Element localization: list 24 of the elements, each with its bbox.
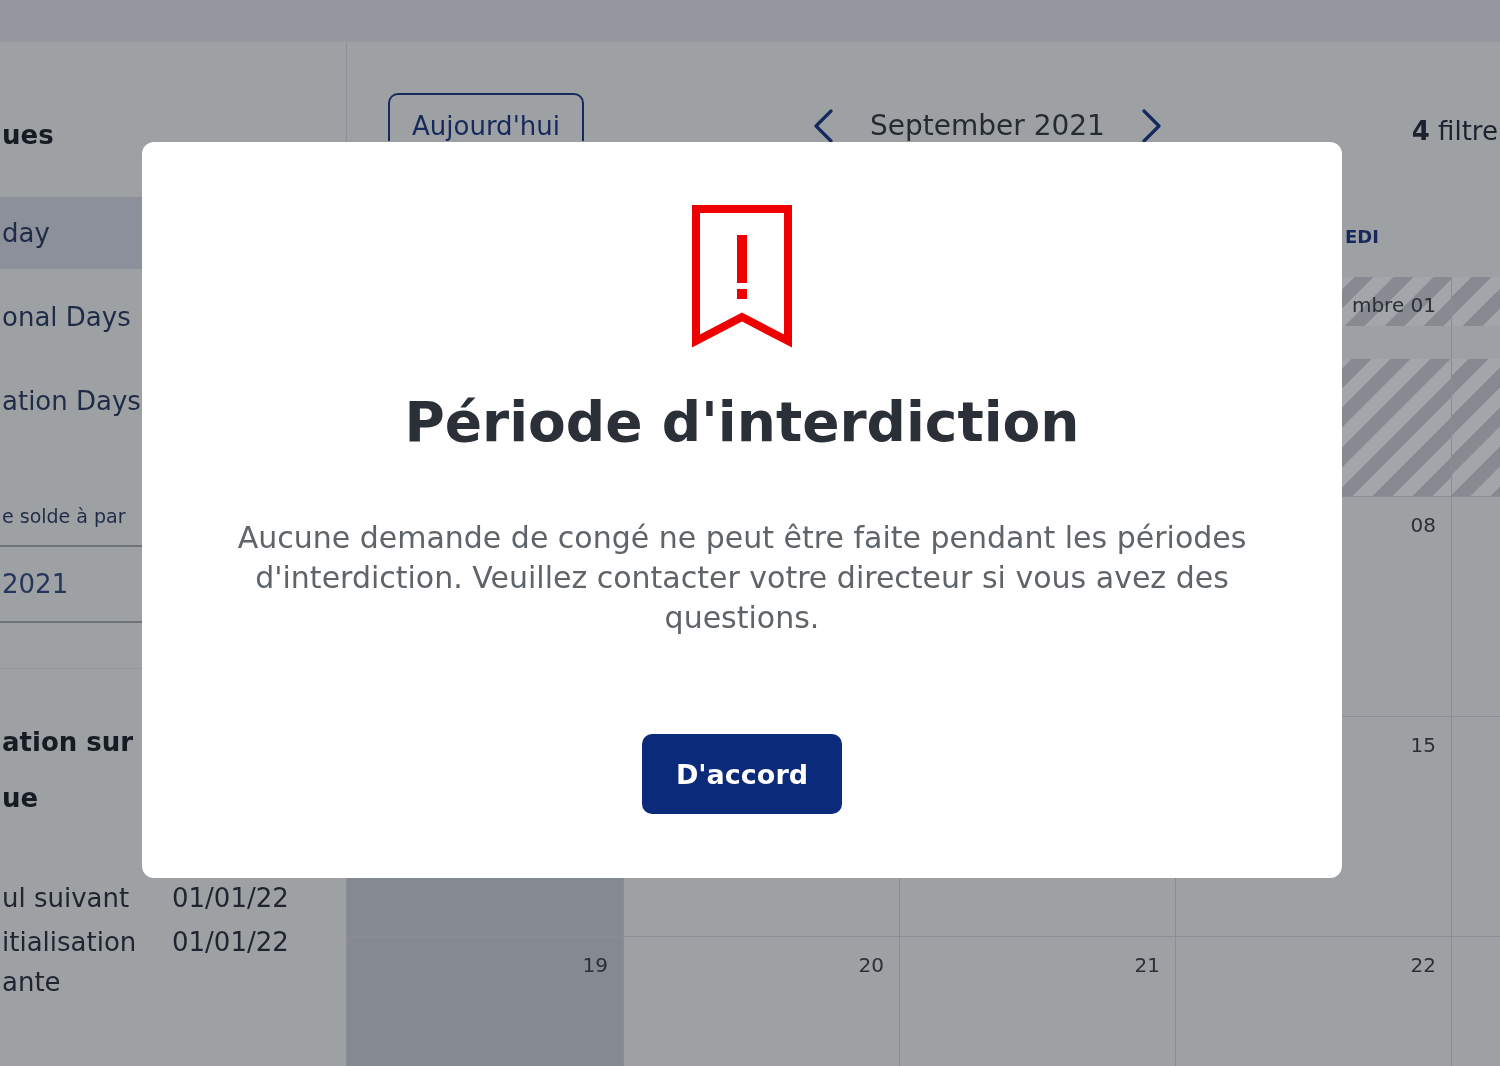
field-label: e solde à par — [2, 504, 126, 529]
exclamation-bookmark-icon — [692, 205, 792, 348]
info-value: 01/01/22 — [172, 882, 289, 915]
info-label: itialisation ante — [2, 926, 137, 999]
day-number: 19 — [582, 953, 608, 977]
day-cell[interactable]: 19 — [347, 937, 623, 1066]
info-label: ul suivant — [2, 882, 130, 915]
day-number: 20 — [858, 953, 884, 977]
chevron-right-icon — [1140, 109, 1163, 143]
info-value: 01/01/22 — [172, 926, 289, 959]
day-number: mbre 01 — [1351, 293, 1436, 317]
day-number: 21 — [1134, 953, 1160, 977]
sidebar-heading: ues — [2, 119, 54, 152]
day-number: 15 — [1410, 733, 1436, 757]
day-number: 22 — [1410, 953, 1436, 977]
section-heading: ation sur ue — [2, 726, 134, 815]
weekday-header: EDI — [1345, 226, 1379, 247]
chevron-left-icon — [812, 109, 834, 143]
ok-button[interactable]: D'accord — [642, 734, 842, 814]
month-title: September 2021 — [870, 108, 1105, 144]
dialog-title: Période d'interdiction — [404, 390, 1080, 454]
day-number: 08 — [1410, 513, 1436, 537]
filters-button[interactable]: 4 filtre — [1411, 115, 1498, 147]
dialog-message: Aucune demande de congé ne peut être faite pendant les périodes d'interdiction. Veuillez contacter votre directeur si vous avez des questions. — [236, 519, 1248, 637]
